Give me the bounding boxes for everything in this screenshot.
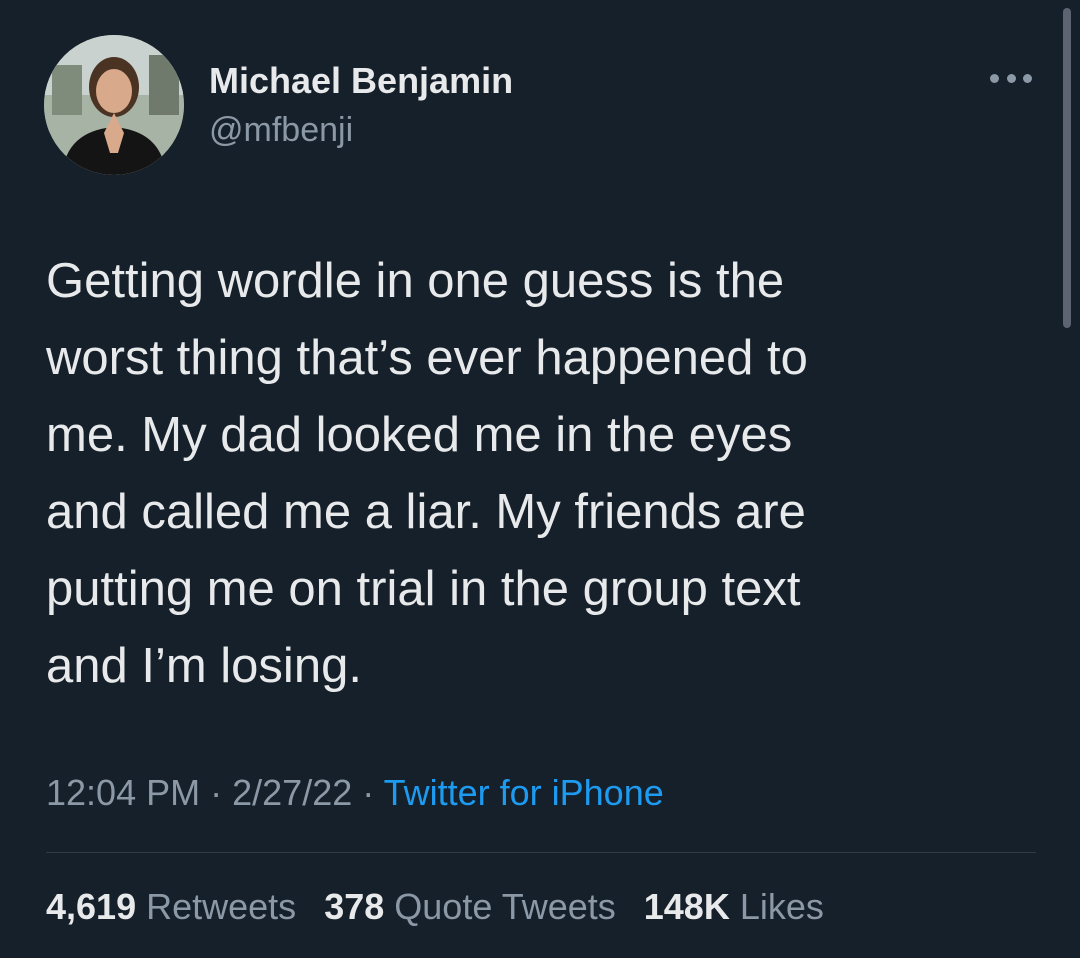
scrollbar[interactable]	[1063, 8, 1071, 328]
retweets-count: 4,619	[46, 886, 137, 927]
quote-tweets-label: Quote Tweets	[394, 886, 616, 927]
tweet-metadata: 12:04 PM · 2/27/22 · Twitter for iPhone	[46, 772, 664, 814]
tweet-stats: 4,619 Retweets 378 Quote Tweets 148K Lik…	[46, 886, 824, 928]
likes-label: Likes	[739, 886, 824, 927]
retweets-stat[interactable]: 4,619 Retweets	[46, 886, 296, 928]
likes-count: 148K	[643, 886, 730, 927]
user-handle[interactable]: @mfbenji	[209, 111, 353, 150]
more-options-icon[interactable]	[990, 68, 1032, 88]
tweet-card: Michael Benjamin @mfbenji Getting wordle…	[0, 0, 1080, 958]
dot-icon	[1006, 73, 1016, 83]
separator: ·	[362, 772, 375, 813]
display-name[interactable]: Michael Benjamin	[209, 60, 513, 102]
tweet-source-link[interactable]: Twitter for iPhone	[384, 772, 664, 813]
avatar[interactable]	[44, 35, 184, 175]
tweet-time[interactable]: 12:04 PM	[46, 772, 200, 813]
tweet-date[interactable]: 2/27/22	[232, 772, 352, 813]
likes-stat[interactable]: 148K Likes	[644, 886, 824, 928]
profile-photo-icon	[44, 35, 184, 175]
divider	[46, 852, 1036, 853]
separator: ·	[210, 772, 223, 813]
retweets-label: Retweets	[146, 886, 297, 927]
tweet-text: Getting wordle in one guess is the worst…	[46, 254, 808, 693]
quote-tweets-stat[interactable]: 378 Quote Tweets	[324, 886, 616, 928]
dot-icon	[1023, 73, 1032, 83]
dot-icon	[990, 73, 999, 83]
quote-tweets-count: 378	[324, 886, 385, 927]
